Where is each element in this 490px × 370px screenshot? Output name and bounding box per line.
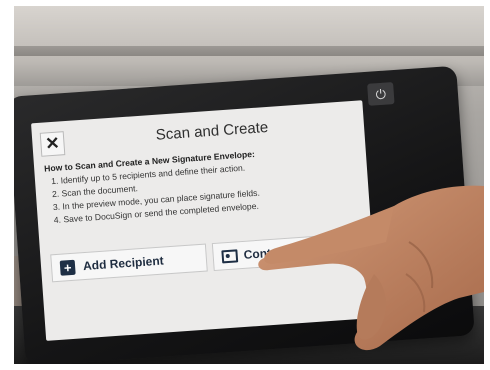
pointing-hand xyxy=(258,185,484,351)
photo-frame: ⏻ ✕ Scan and Create How to Scan and Crea… xyxy=(14,6,484,364)
